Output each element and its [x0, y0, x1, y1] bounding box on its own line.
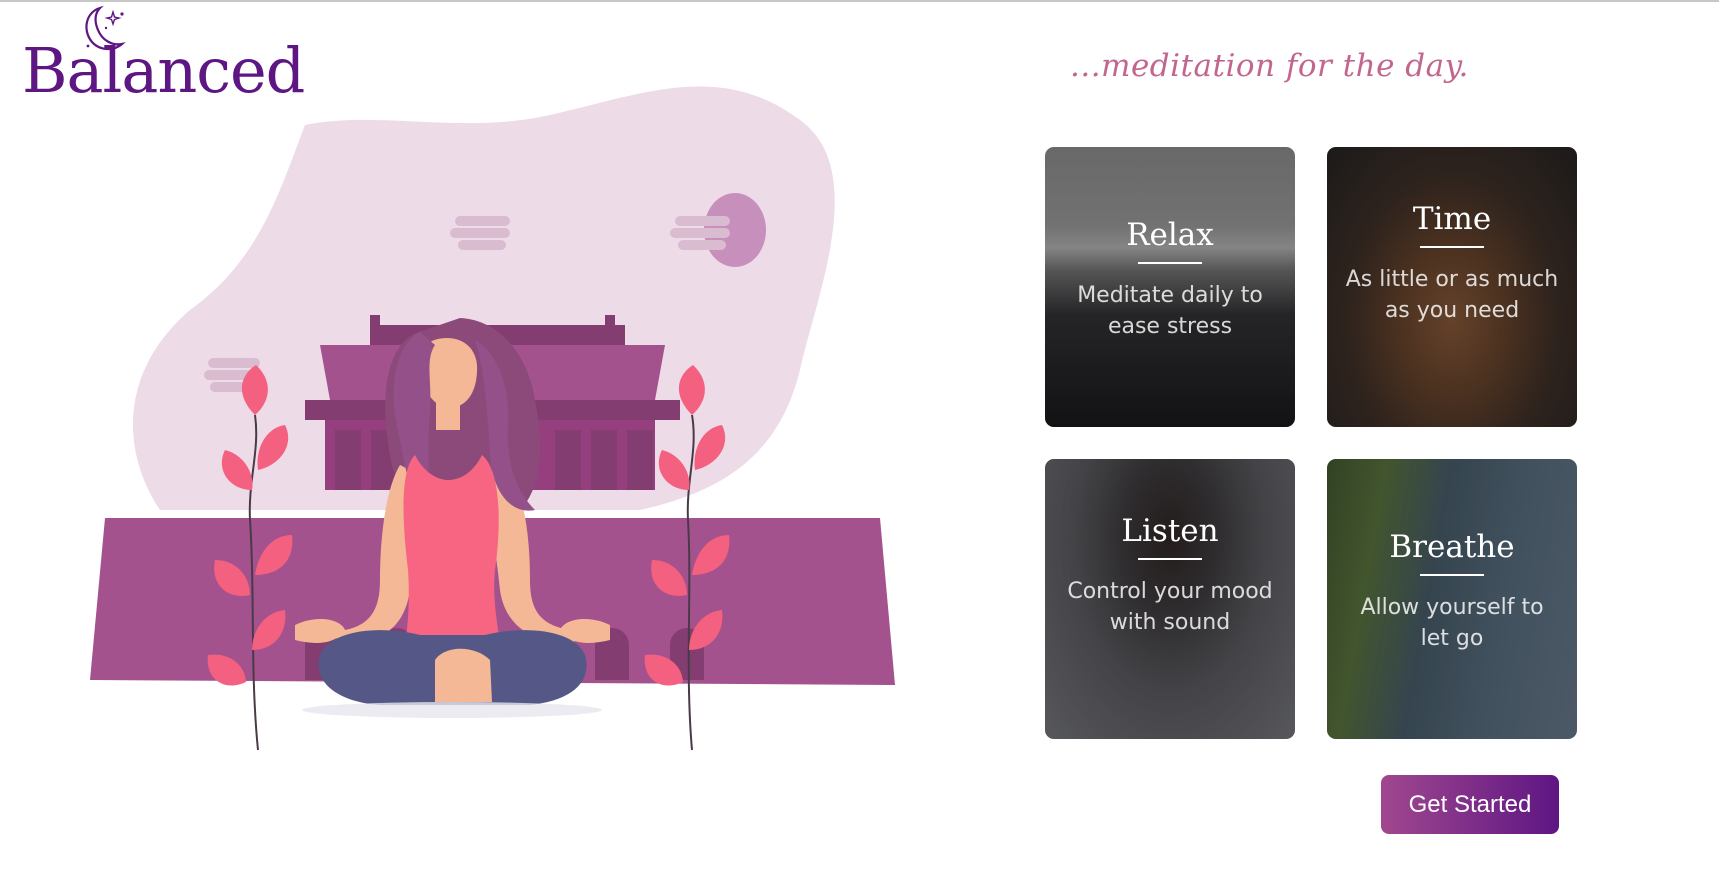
card-divider — [1138, 558, 1202, 561]
card-divider — [1420, 574, 1484, 577]
card-time-title: Time — [1412, 201, 1492, 237]
card-time-text: As little or as much as you need — [1345, 267, 1559, 324]
card-listen-text: Control your mood with sound — [1067, 579, 1273, 636]
card-time[interactable]: Time As little or as much as you need — [1327, 147, 1577, 427]
card-divider — [1138, 262, 1202, 265]
card-relax-text: Meditate daily to ease stress — [1077, 283, 1263, 340]
card-divider — [1420, 246, 1484, 249]
card-listen-title: Listen — [1121, 513, 1219, 549]
tank-top — [403, 455, 500, 645]
tagline: ...meditation for the day. — [1070, 48, 1469, 84]
get-started-button[interactable]: Get Started — [1381, 775, 1559, 834]
top-border — [0, 0, 1719, 2]
meditation-illustration — [90, 86, 895, 751]
card-relax[interactable]: Relax Meditate daily to ease stress — [1045, 147, 1295, 427]
card-relax-title: Relax — [1126, 217, 1214, 253]
card-breathe-title: Breathe — [1389, 529, 1515, 565]
card-breathe-text: Allow yourself to let go — [1360, 595, 1544, 652]
card-listen[interactable]: Listen Control your mood with sound — [1045, 459, 1295, 739]
card-breathe[interactable]: Breathe Allow yourself to let go — [1327, 459, 1577, 739]
